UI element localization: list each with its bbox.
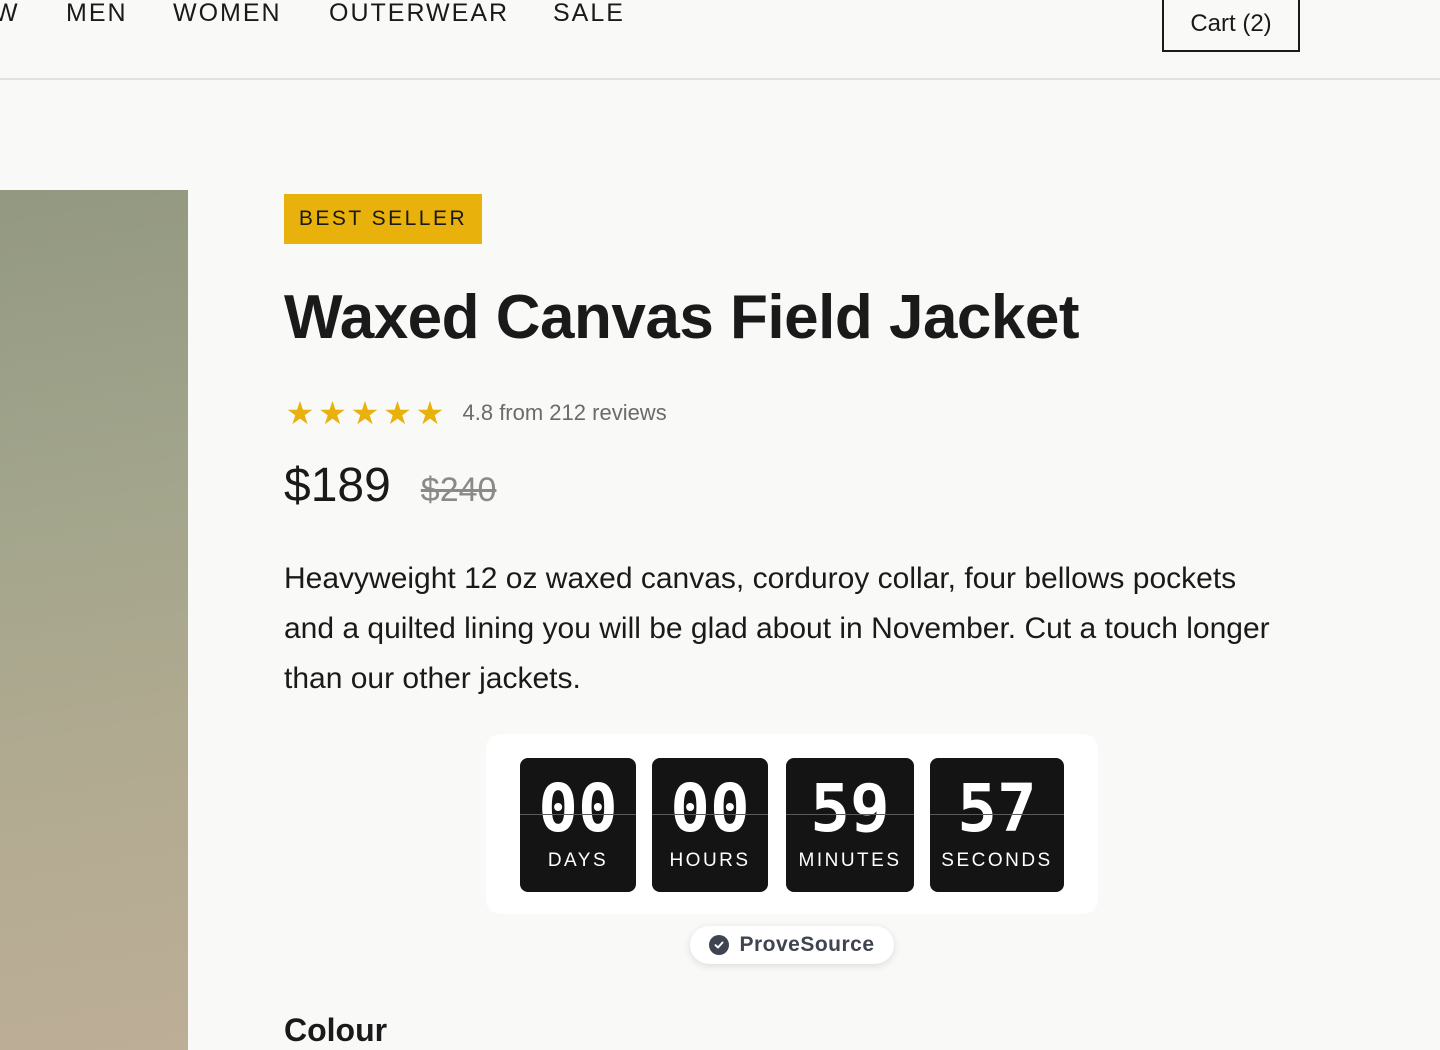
rating-stars: ★ ★ ★ ★ ★ [284, 397, 447, 429]
countdown-seconds-value: 57 [957, 770, 1037, 847]
countdown-hours-value: 00 [670, 770, 750, 847]
star-icon: ★ [318, 395, 347, 431]
countdown-days-label: DAYS [547, 850, 609, 871]
star-icon: ★ [285, 395, 315, 431]
star-icon: ★ [415, 395, 445, 431]
provesource-label: ProveSource [739, 933, 875, 956]
original-price: $240 [420, 471, 497, 509]
countdown-days: 00 DAYS [520, 758, 636, 892]
countdown-minutes: 59 MINUTES [786, 758, 914, 892]
countdown-timer: 00 DAYS 00 HOURS 59 MINUTES 57 SECONDS [486, 734, 1098, 914]
countdown-hours: 00 HOURS [652, 758, 768, 892]
nav-item-women[interactable]: WOMEN [173, 0, 282, 28]
product-title: Waxed Canvas Field Jacket [284, 283, 1080, 352]
rating-summary[interactable]: 4.8 from 212 reviews [463, 400, 667, 426]
nav-item-outerwear[interactable]: OUTERWEAR [329, 0, 509, 28]
countdown-hours-label: HOURS [669, 850, 751, 871]
product-description: Heavyweight 12 oz waxed canvas, corduroy… [284, 562, 1270, 695]
product-image[interactable] [0, 190, 188, 1050]
countdown-days-value: 00 [538, 770, 618, 847]
colour-heading: Colour [284, 1012, 388, 1048]
countdown-seconds: 57 SECONDS [930, 758, 1064, 892]
countdown-minutes-label: MINUTES [798, 850, 902, 871]
provesource-badge[interactable]: ProveSource [690, 926, 894, 964]
star-icon: ★ [383, 395, 412, 431]
check-circle-icon [709, 935, 730, 955]
product-rating[interactable]: ★ ★ ★ ★ ★ 4.8 from 212 reviews [284, 395, 667, 431]
nav-item-new[interactable]: W [0, 0, 20, 28]
countdown-minutes-value: 59 [810, 770, 890, 847]
star-icon: ★ [350, 395, 380, 431]
cart-button[interactable]: Cart (2) [1162, 0, 1300, 52]
current-price: $189 [284, 459, 391, 512]
nav-item-men[interactable]: MEN [66, 0, 128, 28]
site-header: W MEN WOMEN OUTERWEAR SALE Cart (2) [0, 0, 1440, 80]
nav-item-sale[interactable]: SALE [553, 0, 625, 28]
countdown-seconds-label: SECONDS [941, 850, 1053, 871]
best-seller-badge: BEST SELLER [284, 194, 482, 244]
price-row: $189 $240 [284, 458, 496, 513]
